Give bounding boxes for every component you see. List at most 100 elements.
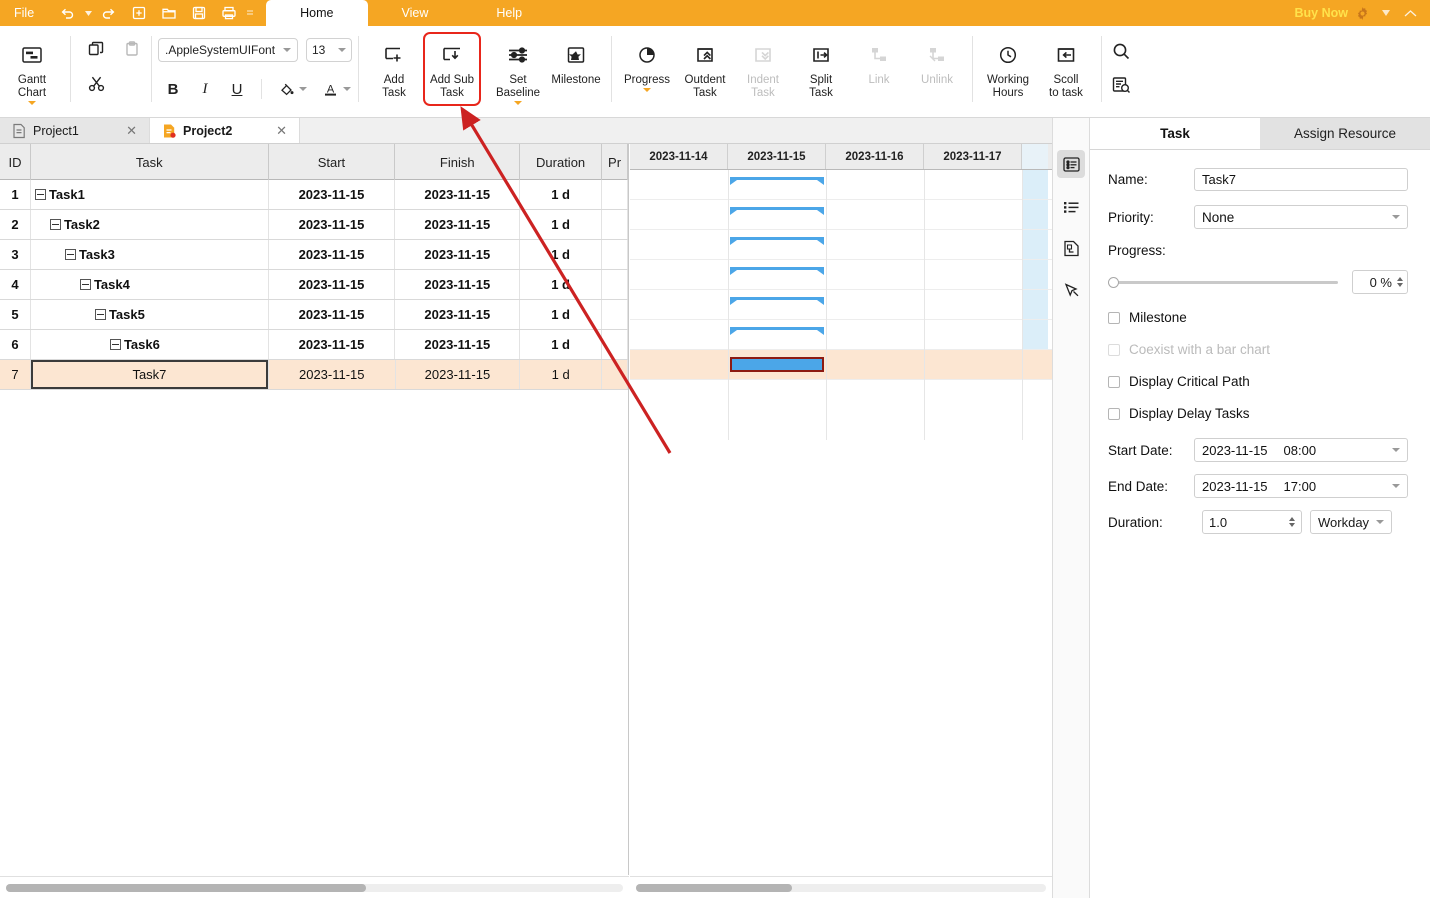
find-replace-button[interactable] bbox=[1108, 72, 1134, 98]
gantt-row[interactable] bbox=[630, 290, 1052, 320]
cell-progress[interactable] bbox=[602, 180, 628, 209]
unlink-button[interactable]: Unlink bbox=[908, 32, 966, 106]
task-details-icon[interactable] bbox=[1057, 150, 1085, 178]
gantt-row[interactable] bbox=[630, 200, 1052, 230]
gantt-summary-bar[interactable] bbox=[730, 207, 824, 220]
display-delay-tasks-checkbox-row[interactable]: Display Delay Tasks bbox=[1108, 406, 1408, 421]
print-icon[interactable] bbox=[214, 0, 244, 26]
table-row[interactable]: 1 Task1 2023-11-15 2023-11-15 1 d bbox=[0, 180, 628, 210]
start-date-field[interactable]: 2023-11-15 08:00 bbox=[1194, 438, 1408, 462]
link-button[interactable]: Link bbox=[850, 32, 908, 106]
cell-task[interactable]: Task1 bbox=[31, 180, 269, 209]
column-header-task[interactable]: Task bbox=[31, 144, 269, 180]
tab-task[interactable]: Task bbox=[1090, 118, 1260, 149]
cell-duration[interactable]: 1 d bbox=[520, 360, 603, 389]
gantt-summary-bar[interactable] bbox=[730, 177, 824, 190]
duration-spinner-arrows[interactable] bbox=[1289, 517, 1295, 527]
table-row[interactable]: 6 Task6 2023-11-15 2023-11-15 1 d bbox=[0, 330, 628, 360]
table-row[interactable]: 5 Task5 2023-11-15 2023-11-15 1 d bbox=[0, 300, 628, 330]
add-task-button[interactable]: Add Task bbox=[365, 32, 423, 106]
font-color-caret-icon[interactable] bbox=[343, 87, 351, 91]
collapse-toggle-icon[interactable] bbox=[94, 309, 106, 320]
bullet-list-icon[interactable] bbox=[1057, 192, 1085, 220]
cell-task[interactable]: Task6 bbox=[31, 330, 269, 359]
column-header-start[interactable]: Start bbox=[269, 144, 396, 180]
collapse-toggle-icon[interactable] bbox=[49, 219, 61, 230]
gantt-row[interactable] bbox=[630, 320, 1052, 350]
progress-button[interactable]: Progress bbox=[618, 32, 676, 106]
spinner-arrows[interactable] bbox=[1397, 277, 1403, 287]
add-sub-task-button[interactable]: Add Sub Task bbox=[423, 32, 481, 106]
cell-duration[interactable]: 1 d bbox=[520, 180, 603, 209]
document-icon[interactable] bbox=[1057, 234, 1085, 262]
cell-task[interactable]: Task5 bbox=[31, 300, 269, 329]
cell-task[interactable]: Task4 bbox=[31, 270, 269, 299]
milestone-checkbox-row[interactable]: Milestone bbox=[1108, 310, 1408, 325]
cell-progress[interactable] bbox=[602, 210, 628, 239]
gantt-task-bar[interactable] bbox=[730, 357, 824, 372]
tab-home[interactable]: Home bbox=[266, 0, 368, 26]
font-color-button[interactable]: A bbox=[315, 76, 345, 102]
outdent-task-button[interactable]: Outdent Task bbox=[676, 32, 734, 106]
display-delay-tasks-checkbox[interactable] bbox=[1108, 407, 1120, 420]
cell-finish[interactable]: 2023-11-15 bbox=[395, 330, 521, 359]
gantt-row[interactable] bbox=[630, 260, 1052, 290]
scroll-to-task-button[interactable]: Scoll to task bbox=[1037, 32, 1095, 106]
cell-duration[interactable]: 1 d bbox=[520, 240, 603, 269]
collapse-toggle-icon[interactable] bbox=[34, 189, 46, 200]
milestone-checkbox[interactable] bbox=[1108, 311, 1120, 324]
collapse-toggle-icon[interactable] bbox=[64, 249, 76, 260]
cell-finish[interactable]: 2023-11-15 bbox=[395, 240, 521, 269]
redo-icon[interactable] bbox=[94, 0, 124, 26]
cell-finish[interactable]: 2023-11-15 bbox=[395, 300, 521, 329]
progress-spinner[interactable]: 0 % bbox=[1352, 270, 1408, 294]
gantt-summary-bar[interactable] bbox=[730, 267, 824, 280]
gantt-horizontal-scrollbar[interactable] bbox=[630, 876, 1052, 898]
font-family-select[interactable]: .AppleSystemUIFont bbox=[158, 38, 298, 62]
copy-button[interactable] bbox=[83, 36, 109, 62]
close-icon[interactable]: ✕ bbox=[126, 123, 137, 139]
working-hours-button[interactable]: Working Hours bbox=[979, 32, 1037, 106]
undo-caret-icon[interactable] bbox=[82, 0, 94, 26]
menu-file[interactable]: File bbox=[0, 0, 48, 26]
cell-start[interactable]: 2023-11-15 bbox=[269, 360, 396, 389]
table-row[interactable]: 7 Task7 2023-11-15 2023-11-15 1 d bbox=[0, 360, 628, 390]
table-horizontal-scrollbar[interactable] bbox=[0, 876, 629, 898]
cut-button[interactable] bbox=[83, 70, 109, 96]
cell-finish[interactable]: 2023-11-15 bbox=[395, 270, 521, 299]
cell-progress[interactable] bbox=[602, 360, 628, 389]
scrollbar-thumb[interactable] bbox=[6, 884, 366, 892]
progress-slider[interactable] bbox=[1108, 275, 1338, 289]
gantt-summary-bar[interactable] bbox=[730, 237, 824, 250]
duration-unit-select[interactable]: Workday bbox=[1310, 510, 1392, 534]
cell-start[interactable]: 2023-11-15 bbox=[269, 270, 396, 299]
spinner-down-icon[interactable] bbox=[1397, 283, 1403, 287]
cell-start[interactable]: 2023-11-15 bbox=[269, 210, 396, 239]
project-tab-project2[interactable]: Project2 ✕ bbox=[150, 118, 300, 143]
cell-task[interactable]: Task2 bbox=[31, 210, 269, 239]
display-critical-path-checkbox[interactable] bbox=[1108, 375, 1120, 388]
undo-icon[interactable] bbox=[52, 0, 82, 26]
cell-task[interactable]: Task7 bbox=[30, 360, 269, 389]
font-size-select[interactable]: 13 bbox=[306, 38, 352, 62]
spinner-up-icon[interactable] bbox=[1289, 517, 1295, 521]
new-icon[interactable] bbox=[124, 0, 154, 26]
display-critical-path-checkbox-row[interactable]: Display Critical Path bbox=[1108, 374, 1408, 389]
cell-start[interactable]: 2023-11-15 bbox=[269, 300, 396, 329]
table-row[interactable]: 4 Task4 2023-11-15 2023-11-15 1 d bbox=[0, 270, 628, 300]
tab-help[interactable]: Help bbox=[462, 0, 556, 26]
cell-task[interactable]: Task3 bbox=[31, 240, 269, 269]
spinner-up-icon[interactable] bbox=[1397, 277, 1403, 281]
column-header-id[interactable]: ID bbox=[0, 144, 31, 180]
close-icon[interactable]: ✕ bbox=[276, 123, 287, 139]
name-input[interactable]: Task7 bbox=[1194, 168, 1408, 191]
cell-start[interactable]: 2023-11-15 bbox=[269, 240, 396, 269]
tab-assign-resource[interactable]: Assign Resource bbox=[1260, 118, 1430, 149]
gantt-chart-button[interactable]: Gantt Chart bbox=[0, 32, 64, 107]
paste-button[interactable] bbox=[119, 36, 145, 62]
fill-color-caret-icon[interactable] bbox=[299, 87, 307, 91]
milestone-button[interactable]: Milestone bbox=[547, 32, 605, 106]
fill-color-button[interactable] bbox=[271, 76, 301, 102]
slider-thumb[interactable] bbox=[1108, 276, 1119, 288]
gantt-summary-bar[interactable] bbox=[730, 327, 824, 340]
